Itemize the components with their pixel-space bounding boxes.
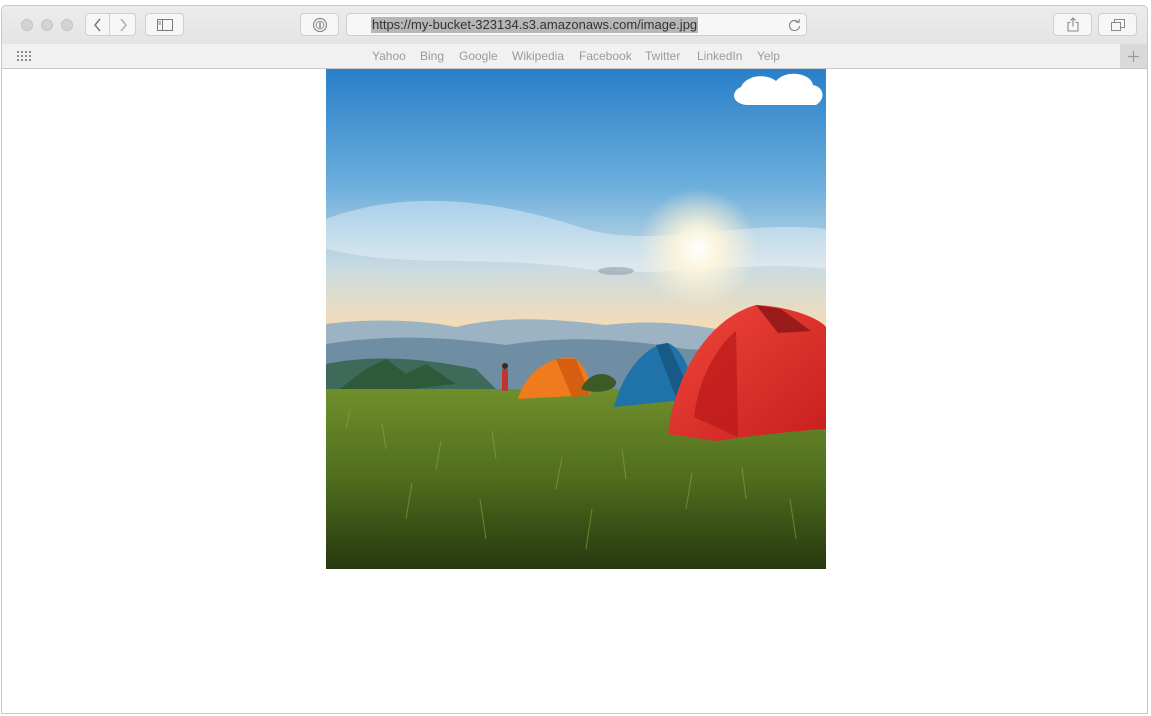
tab-overview-button[interactable] xyxy=(1098,13,1137,36)
share-button[interactable] xyxy=(1053,13,1092,36)
page-content xyxy=(2,69,1147,713)
favorite-yahoo[interactable]: Yahoo xyxy=(372,49,406,63)
favorite-linkedin[interactable]: LinkedIn xyxy=(697,49,742,63)
favorite-wikipedia[interactable]: Wikipedia xyxy=(512,49,564,63)
back-button[interactable] xyxy=(85,13,110,36)
new-tab-button[interactable] xyxy=(1120,44,1147,68)
camping-tents-photo xyxy=(326,69,826,569)
close-window-icon[interactable] xyxy=(21,19,33,31)
favorites-bar: Yahoo Bing Google Wikipedia Facebook Twi… xyxy=(2,44,1147,69)
browser-window: https://my-bucket-323134.s3.amazonaws.co… xyxy=(1,5,1148,714)
sidebar-button[interactable] xyxy=(145,13,184,36)
favorite-yelp[interactable]: Yelp xyxy=(757,49,780,63)
zoom-window-icon[interactable] xyxy=(61,19,73,31)
favorite-google[interactable]: Google xyxy=(459,49,498,63)
address-bar[interactable]: https://my-bucket-323134.s3.amazonaws.co… xyxy=(346,13,807,36)
chevron-left-icon xyxy=(93,18,101,31)
reload-icon[interactable] xyxy=(788,18,801,32)
favorite-twitter[interactable]: Twitter xyxy=(645,49,680,63)
grid-icon[interactable] xyxy=(17,51,32,62)
chevron-right-icon xyxy=(119,18,127,31)
favorite-facebook[interactable]: Facebook xyxy=(579,49,632,63)
share-icon xyxy=(1066,17,1079,32)
sidebar-icon xyxy=(156,18,173,31)
privacy-report-button[interactable] xyxy=(300,13,339,36)
browser-toolbar: https://my-bucket-323134.s3.amazonaws.co… xyxy=(2,6,1147,45)
privacy-report-icon xyxy=(312,17,327,32)
forward-button[interactable] xyxy=(110,13,136,36)
favorite-bing[interactable]: Bing xyxy=(420,49,444,63)
tab-overview-icon xyxy=(1110,18,1125,31)
url-text[interactable]: https://my-bucket-323134.s3.amazonaws.co… xyxy=(371,17,699,33)
plus-icon xyxy=(1128,50,1139,62)
minimize-window-icon[interactable] xyxy=(41,19,53,31)
